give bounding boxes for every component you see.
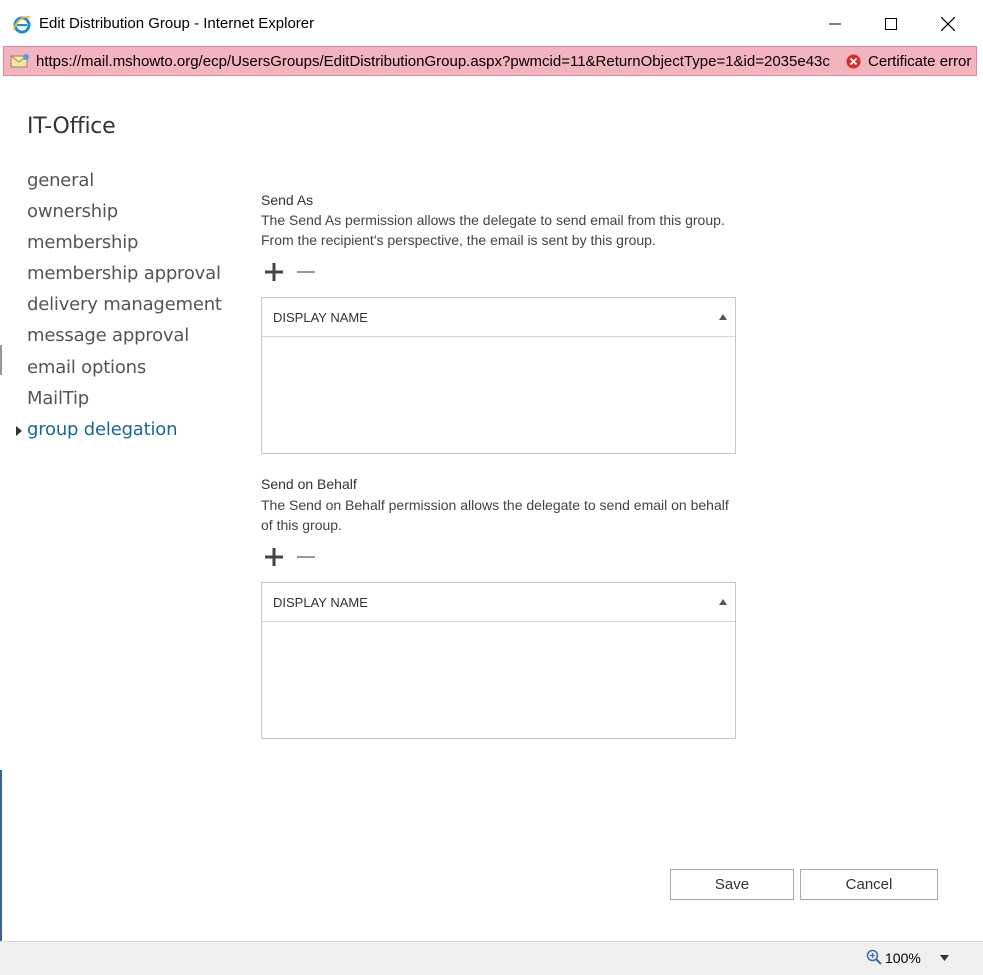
minimize-button[interactable] xyxy=(812,8,858,40)
selected-arrow-icon xyxy=(16,426,22,436)
nav-item-membership[interactable]: membership xyxy=(27,232,138,253)
send-as-column-header[interactable]: DISPLAY NAME xyxy=(262,298,735,337)
save-button[interactable]: Save xyxy=(670,869,794,900)
nav-item-message-approval[interactable]: message approval xyxy=(27,325,189,346)
send-on-behalf-list[interactable]: DISPLAY NAME xyxy=(261,582,736,739)
close-icon xyxy=(941,17,955,31)
plus-icon xyxy=(265,263,283,281)
send-as-description: The Send As permission allows the delega… xyxy=(261,212,725,248)
maximize-icon xyxy=(885,18,897,30)
address-bar[interactable]: https://mail.mshowto.org/ecp/UsersGroups… xyxy=(3,46,977,76)
maximize-button[interactable] xyxy=(868,8,914,40)
send-on-behalf-column-header[interactable]: DISPLAY NAME xyxy=(262,583,735,622)
nav-item-ownership[interactable]: ownership xyxy=(27,201,118,222)
ie-icon xyxy=(13,16,31,34)
address-url[interactable]: https://mail.mshowto.org/ecp/UsersGroups… xyxy=(36,53,842,70)
chevron-down-icon[interactable] xyxy=(940,955,949,961)
close-button[interactable] xyxy=(925,8,971,40)
window-titlebar: Edit Distribution Group - Internet Explo… xyxy=(0,0,983,46)
nav-item-membership-approval[interactable]: membership approval xyxy=(27,263,221,284)
send-as-list[interactable]: DISPLAY NAME xyxy=(261,297,736,454)
cancel-button[interactable]: Cancel xyxy=(800,869,938,900)
nav-item-general[interactable]: general xyxy=(27,170,94,191)
send-as-add-button[interactable] xyxy=(262,260,286,284)
status-bar: 100% xyxy=(0,941,983,975)
error-icon xyxy=(846,54,861,69)
minus-icon xyxy=(297,271,315,273)
zoom-level[interactable]: 100% xyxy=(885,950,921,966)
nav-item-mailtip[interactable]: MailTip xyxy=(27,388,89,409)
background-edge xyxy=(0,345,2,375)
nav-item-email-options[interactable]: email options xyxy=(27,357,146,378)
page-title: IT-Office xyxy=(27,114,116,139)
send-as-label: Send As xyxy=(261,192,314,208)
sort-ascending-icon xyxy=(719,599,727,605)
send-on-behalf-add-button[interactable] xyxy=(262,545,286,569)
nav-item-delivery-management[interactable]: delivery management xyxy=(27,294,222,315)
background-edge xyxy=(0,770,2,941)
minimize-icon xyxy=(829,23,841,25)
send-on-behalf-label: Send on Behalf xyxy=(261,476,357,492)
magnifier-icon xyxy=(866,949,882,965)
window-title: Edit Distribution Group - Internet Explo… xyxy=(39,15,315,32)
send-on-behalf-description: The Send on Behalf permission allows the… xyxy=(261,497,729,533)
column-header-label: DISPLAY NAME xyxy=(273,310,368,325)
nav-item-group-delegation[interactable]: group delegation xyxy=(27,419,178,440)
send-as-remove-button[interactable] xyxy=(294,260,318,284)
sort-ascending-icon xyxy=(719,314,727,320)
minus-icon xyxy=(297,556,315,558)
send-on-behalf-remove-button[interactable] xyxy=(294,545,318,569)
certificate-error-link[interactable]: Certificate error xyxy=(868,53,971,70)
page-icon xyxy=(10,54,29,68)
plus-icon xyxy=(265,548,283,566)
column-header-label: DISPLAY NAME xyxy=(273,595,368,610)
